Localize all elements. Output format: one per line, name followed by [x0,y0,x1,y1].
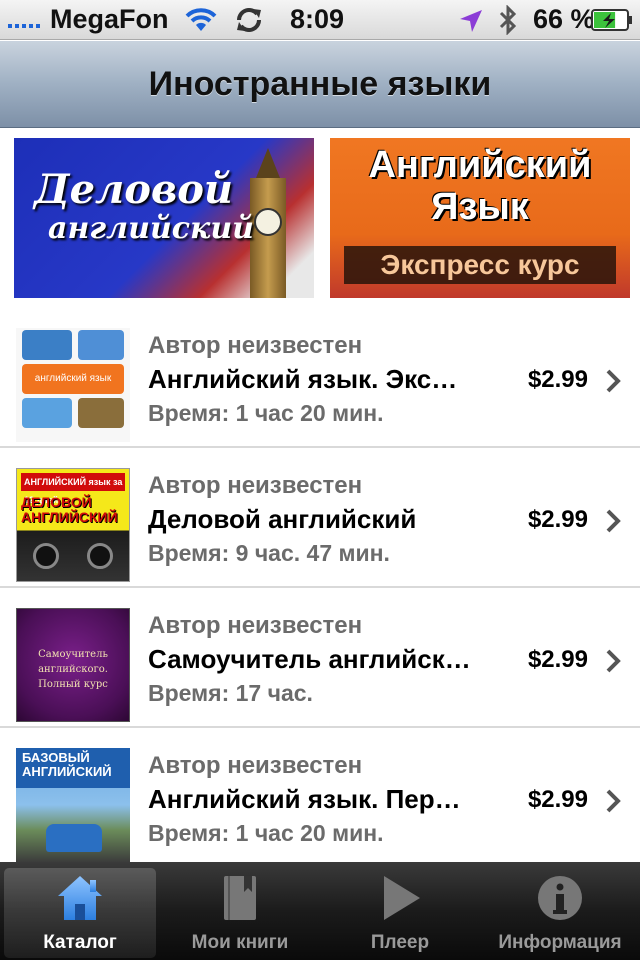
house-icon [58,876,102,920]
banner-line2: Язык [431,186,529,228]
cover-text: Самоучитель английского. Полный курс [38,649,108,690]
list-item[interactable]: АНГЛИЙСКИЙ язык за 12 дней ДЕЛОВОЙ АНГЛИ… [0,448,640,588]
book-cover: БАЗОВЫЙ АНГЛИЙСКИЙ [16,748,130,862]
banner-subtitle: Экспресс курс [344,246,616,284]
banner-line2: английский [48,211,254,246]
tab-label: Информация [498,932,622,953]
list-item[interactable]: Самоучитель английского. Полный курс Авт… [0,588,640,728]
book-author: Автор неизвестен [148,612,363,639]
book-duration: Время: 1 час 20 мин. [148,820,384,846]
book-icon [224,876,256,920]
banner-line1: Английский [368,144,592,186]
cover-title: БАЗОВЫЙ АНГЛИЙСКИЙ [16,748,130,788]
book-duration: Время: 9 час. 47 мин. [148,540,390,566]
banner-business-english[interactable]: Деловой английский [14,138,314,298]
book-cover: АНГЛИЙСКИЙ язык за 12 дней ДЕЛОВОЙ АНГЛИ… [16,468,130,582]
book-author: Автор неизвестен [148,472,363,499]
tab-player[interactable]: Плеер [324,868,476,958]
battery-icon [591,9,632,31]
chevron-right-icon [606,509,621,533]
cover-header: АНГЛИЙСКИЙ язык за 12 дней [21,473,125,505]
status-bar: MegaFon 8:09 66 % [0,0,640,40]
cover-label: английский язык [22,364,124,394]
tab-my-books[interactable]: Мои книги [164,868,316,958]
book-price: $2.99 [527,786,588,813]
bluetooth-icon [499,5,517,35]
book-price: $2.99 [527,646,588,673]
location-icon [460,10,482,32]
tab-label: Каталог [43,932,117,953]
clock-time: 8:09 [290,4,345,34]
list-item[interactable]: БАЗОВЫЙ АНГЛИЙСКИЙ Автор неизвестен Англ… [0,728,640,868]
book-title: Самоучитель английск… [148,644,471,674]
cover-title: ДЕЛОВОЙ АНГЛИЙСКИЙ [21,494,118,526]
chevron-right-icon [606,649,621,673]
book-title: Английский язык. Экс… [148,364,458,394]
play-icon [384,876,420,920]
book-author: Автор неизвестен [148,752,363,779]
banner-english-express[interactable]: Английский Язык Экспресс курс [330,138,630,298]
tab-info[interactable]: Информация [484,868,636,958]
battery-percent: 66 % [533,4,595,34]
book-price: $2.99 [527,366,588,393]
book-author: Автор неизвестен [148,332,363,359]
book-duration: Время: 17 час. [148,680,313,706]
signal-icon [8,14,40,28]
banner-line1: Деловой [34,166,234,213]
chevron-right-icon [606,369,621,393]
chevron-right-icon [606,789,621,813]
tab-bar: Каталог Мои книги Плеер Информация [0,862,640,960]
tab-label: Плеер [370,932,430,953]
book-price: $2.99 [527,506,588,533]
book-cover: английский язык [16,328,130,442]
wifi-icon [185,8,217,31]
tab-catalog[interactable]: Каталог [4,868,156,958]
info-icon [538,876,582,920]
sync-icon [237,8,261,32]
book-cover: Самоучитель английского. Полный курс [16,608,130,722]
carrier-name: MegaFon [50,4,169,34]
tab-label: Мои книги [191,932,289,953]
book-title: Деловой английский [148,504,417,534]
book-title: Английский язык. Пер… [148,784,461,814]
list-item[interactable]: английский язык Автор неизвестен Английс… [0,308,640,448]
nav-bar: Иностранные языки [0,41,640,128]
book-duration: Время: 1 час 20 мин. [148,400,384,426]
page-title: Иностранные языки [148,65,492,103]
